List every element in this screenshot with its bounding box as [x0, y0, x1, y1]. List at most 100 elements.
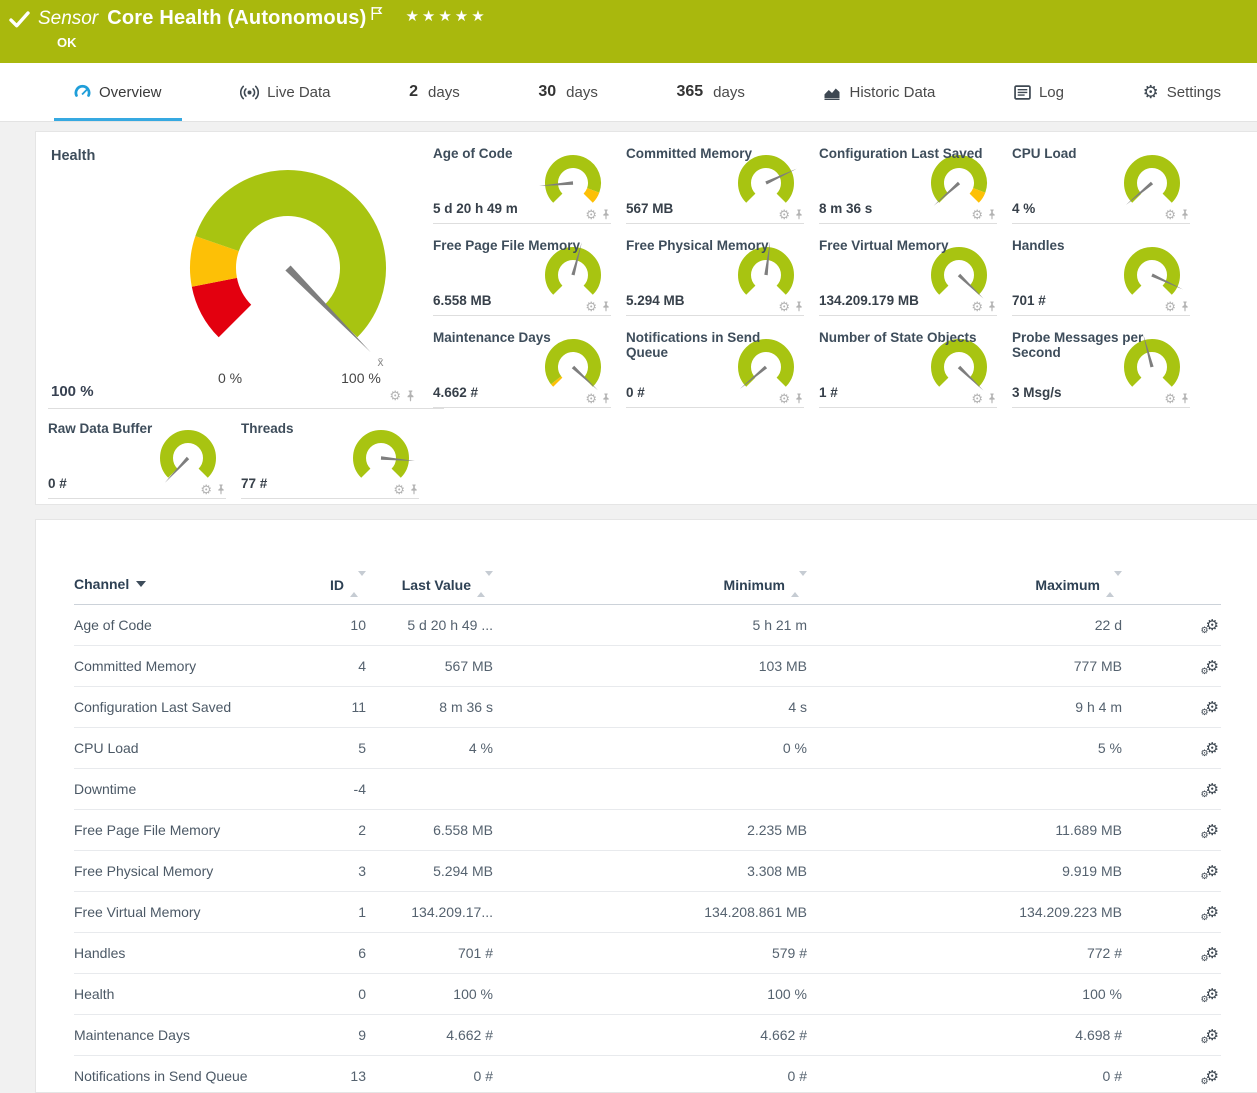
channel-settings-icon[interactable]: ⚙⚙	[1206, 741, 1219, 756]
pin-icon[interactable]	[405, 390, 416, 402]
channel-settings-icon[interactable]: ⚙⚙	[1206, 659, 1219, 674]
flag-icon[interactable]	[371, 6, 383, 21]
tab-label: days	[713, 84, 745, 101]
gauges-panel: Health x̄ 0 % 100 % 100 % ⚙ Age of Code5…	[35, 131, 1257, 505]
gear-icon: ⚙	[1143, 83, 1159, 101]
gauge-title: Notifications in Send Queue	[626, 330, 804, 360]
channel-maximum: 134.209.223 MB	[807, 892, 1122, 933]
gauge-value: 4.662 #	[433, 385, 478, 400]
gauge-title: Maintenance Days	[433, 330, 611, 345]
gauge-tile-number-of-state-objects: Number of State Objects1 #⚙	[819, 330, 997, 408]
channel-id: 1	[309, 892, 366, 933]
column-header-last-value[interactable]: Last Value	[366, 564, 493, 605]
channel-maximum: 22 d	[807, 605, 1122, 646]
tab-settings[interactable]: ⚙Settings	[1123, 63, 1241, 121]
gauge-value: 3 Msg/s	[1012, 385, 1062, 400]
channel-name: Free Page File Memory	[74, 810, 309, 851]
status-check-icon	[9, 11, 30, 28]
channel-maximum: 4.698 #	[807, 1015, 1122, 1056]
channel-settings-icon[interactable]: ⚙⚙	[1206, 1028, 1219, 1043]
channel-id: 6	[309, 933, 366, 974]
channel-maximum: 9 h 4 m	[807, 687, 1122, 728]
tab-label: days	[566, 84, 598, 101]
channel-settings-icon[interactable]: ⚙⚙	[1206, 946, 1219, 961]
channel-name: Handles	[74, 933, 309, 974]
tab-number: 30	[538, 83, 556, 101]
tab-2-days[interactable]: 2days	[389, 63, 480, 121]
channel-settings-icon[interactable]: ⚙⚙	[1206, 905, 1219, 920]
tab-label: Overview	[99, 84, 162, 101]
channel-last-value: 134.209.17...	[366, 892, 493, 933]
channel-settings-icon[interactable]: ⚙⚙	[1206, 987, 1219, 1002]
column-header-id[interactable]: ID	[309, 564, 366, 605]
table-row: Health0100 %100 %100 %⚙⚙	[74, 974, 1221, 1015]
gauge-tile-free-page-file-memory: Free Page File Memory6.558 MB⚙	[433, 238, 611, 316]
channel-maximum: 11.689 MB	[807, 810, 1122, 851]
channel-settings-icon[interactable]: ⚙⚙	[1206, 1069, 1219, 1084]
tab-label: Historic Data	[849, 84, 935, 101]
sensor-header: Sensor Core Health (Autonomous) ★★★★★ OK	[0, 0, 1257, 63]
channel-last-value: 8 m 36 s	[366, 687, 493, 728]
gauge-tile-threads: Threads77 #⚙	[241, 421, 419, 499]
table-row: CPU Load54 %0 %5 %⚙⚙	[74, 728, 1221, 769]
channel-settings-icon[interactable]: ⚙⚙	[1206, 618, 1219, 633]
tab-live-data[interactable]: Live Data	[220, 63, 350, 121]
column-header-minimum[interactable]: Minimum	[493, 564, 807, 605]
channel-last-value: 5 d 20 h 49 ...	[366, 605, 493, 646]
tab-log[interactable]: Log	[994, 63, 1084, 121]
gauge-title: Committed Memory	[626, 146, 804, 161]
channel-settings-icon[interactable]: ⚙⚙	[1206, 823, 1219, 838]
channel-minimum	[493, 769, 807, 810]
channel-name: Free Virtual Memory	[74, 892, 309, 933]
gauge-value: 4 %	[1012, 201, 1035, 216]
tab-number: 365	[676, 83, 703, 101]
gauge-title: Free Physical Memory	[626, 238, 804, 253]
column-header-channel[interactable]: Channel	[74, 564, 309, 605]
channel-maximum: 100 %	[807, 974, 1122, 1015]
channel-minimum: 3.308 MB	[493, 851, 807, 892]
channel-settings-icon[interactable]: ⚙⚙	[1206, 864, 1219, 879]
gauge-value: 5.294 MB	[626, 293, 685, 308]
channel-name: Committed Memory	[74, 646, 309, 687]
gauge-value: 8 m 36 s	[819, 201, 872, 216]
gauge-tile-handles: Handles701 #⚙	[1012, 238, 1190, 316]
channel-last-value: 4.662 #	[366, 1015, 493, 1056]
log-icon	[1014, 85, 1031, 100]
channels-table: ChannelIDLast ValueMinimumMaximum Age of…	[74, 564, 1221, 1093]
tab-historic-data[interactable]: Historic Data	[803, 63, 955, 121]
table-row: Notifications in Send Queue130 #0 #0 #⚙⚙	[74, 1056, 1221, 1093]
gear-icon[interactable]: ⚙	[389, 389, 401, 402]
gauge-title: Free Page File Memory	[433, 238, 611, 253]
channel-name: Notifications in Send Queue	[74, 1056, 309, 1093]
tab-overview[interactable]: Overview	[54, 63, 182, 121]
channel-minimum: 5 h 21 m	[493, 605, 807, 646]
channel-id: 5	[309, 728, 366, 769]
tab-label: Log	[1039, 84, 1064, 101]
gauge-tile-free-physical-memory: Free Physical Memory5.294 MB⚙	[626, 238, 804, 316]
tab-bar: Overview Live Data 2days 30 days 365 days Histo…	[0, 63, 1257, 122]
channel-minimum: 579 #	[493, 933, 807, 974]
gauge-title: Number of State Objects	[819, 330, 997, 345]
column-header-maximum[interactable]: Maximum	[807, 564, 1122, 605]
channel-settings-icon[interactable]: ⚙⚙	[1206, 782, 1219, 797]
channel-last-value: 701 #	[366, 933, 493, 974]
sort-icon	[350, 576, 366, 592]
priority-stars[interactable]: ★★★★★	[405, 7, 487, 25]
channel-name: Free Physical Memory	[74, 851, 309, 892]
channel-id: 0	[309, 974, 366, 1015]
tab-label: Live Data	[267, 84, 330, 101]
tab-365-days[interactable]: 365 days	[656, 63, 764, 121]
channel-id: -4	[309, 769, 366, 810]
channel-minimum: 0 %	[493, 728, 807, 769]
gauge-value: 0 #	[48, 476, 67, 491]
channel-name: Age of Code	[74, 605, 309, 646]
channel-maximum: 777 MB	[807, 646, 1122, 687]
channel-minimum: 4 s	[493, 687, 807, 728]
channel-settings-icon[interactable]: ⚙⚙	[1206, 700, 1219, 715]
tab-30-days[interactable]: 30 days	[518, 63, 617, 121]
table-row: Committed Memory4567 MB103 MB777 MB⚙⚙	[74, 646, 1221, 687]
channel-minimum: 134.208.861 MB	[493, 892, 807, 933]
gauge-value: 134.209.179 MB	[819, 293, 919, 308]
channel-last-value: 5.294 MB	[366, 851, 493, 892]
health-gauge-value: 100 %	[51, 383, 94, 400]
